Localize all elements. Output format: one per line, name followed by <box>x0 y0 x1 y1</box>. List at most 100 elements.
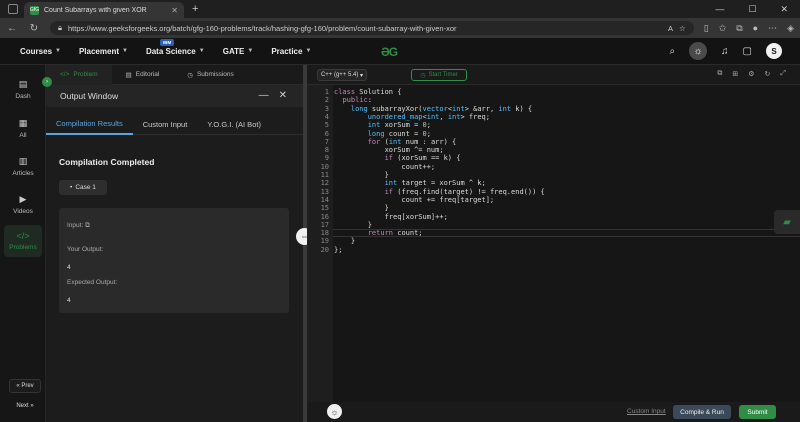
extensions-icon[interactable]: ⧉ <box>736 23 742 34</box>
new-tab-icon[interactable]: + <box>192 3 198 15</box>
output-window-title: Output Window <box>60 91 119 101</box>
more-icon[interactable]: ⋯ <box>768 23 777 34</box>
reset-icon[interactable]: ↻ <box>765 70 771 78</box>
notification-bell-icon[interactable]: ♫ <box>721 46 729 57</box>
close-tab-icon[interactable]: ✕ <box>171 6 178 15</box>
reload-icon[interactable]: ↻ <box>28 23 40 34</box>
line-number: 5 <box>324 121 329 130</box>
clock-icon: ◷ <box>187 71 193 79</box>
fullscreen-icon[interactable]: ⤢ <box>780 70 786 78</box>
search-icon[interactable]: ⌕ <box>669 46 675 57</box>
back-icon[interactable]: ← <box>6 23 18 34</box>
tab-compilation-results[interactable]: Compilation Results <box>46 113 133 135</box>
copilot-icon[interactable]: ◈ <box>787 23 794 34</box>
favorite-star-icon[interactable]: ☆ <box>679 24 686 33</box>
copy-code-icon[interactable]: ⧉ <box>717 70 722 78</box>
line-number: 14 <box>320 195 329 204</box>
copy-icon[interactable]: ⧉ <box>85 222 90 229</box>
custom-input-link[interactable]: Custom Input <box>627 408 666 415</box>
rail-item-videos[interactable]: ▶ Videos <box>4 194 42 215</box>
line-number: 3 <box>324 104 329 113</box>
line-number: 13 <box>320 187 329 196</box>
gfg-logo-icon[interactable]: ƏG <box>381 45 398 59</box>
nav-data-science[interactable]: IBM Data Science ▼ <box>146 38 205 56</box>
chevron-down-icon: ▼ <box>122 48 128 54</box>
nav-gate[interactable]: GATE ▼ <box>223 47 254 56</box>
tab-custom-input[interactable]: Custom Input <box>133 113 198 135</box>
code-line: if (xorSum == k) { <box>384 154 461 163</box>
video-icon: ▶ <box>19 194 27 204</box>
start-timer-button[interactable]: ◷ Start Timer <box>411 69 467 81</box>
code-area[interactable]: class Solution { public: long subarrayXo… <box>333 85 800 402</box>
avatar[interactable]: S <box>766 43 782 59</box>
line-number: 9 <box>324 154 329 163</box>
ibm-badge: IBM <box>159 38 175 46</box>
chevron-down-icon: ▼ <box>247 48 254 54</box>
favicon-icon: GfG <box>29 5 40 15</box>
url-bar[interactable]: 🔒︎ https://www.geeksforgeeks.org/batch/g… <box>50 21 694 35</box>
prev-button[interactable]: « Prev <box>9 379 41 393</box>
case-1-button[interactable]: • Case 1 <box>59 180 107 195</box>
dashboard-icon: ▤ <box>18 79 28 89</box>
add-file-icon[interactable]: ⊞ <box>732 70 738 78</box>
line-number: 11 <box>320 171 329 179</box>
tab-problem[interactable]: </> Problem <box>46 64 112 85</box>
timer-icon: ◷ <box>420 72 426 79</box>
language-select[interactable]: C++ (g++ 5.4) ▾ <box>317 69 367 81</box>
output-window-controls: — ✕ <box>259 90 287 101</box>
line-number: 18 <box>320 229 329 238</box>
rail-item-all[interactable]: ▦ All <box>4 118 42 139</box>
line-number: 20 <box>320 245 329 254</box>
tab-editorial[interactable]: ▤ Editorial <box>112 65 174 85</box>
rail-item-articles[interactable]: ▥ Articles <box>4 156 42 177</box>
tab-yogi-ai-bot[interactable]: Y.O.G.I. (AI Bot) <box>197 113 271 135</box>
compilation-status: Compilation Completed <box>59 157 155 167</box>
grid-icon: ▦ <box>18 118 28 128</box>
code-line: int xorSum = 0; <box>367 121 431 130</box>
theme-toggle-icon[interactable]: ☼ <box>689 42 708 60</box>
code-line: freq[xorSum]++; <box>334 212 448 221</box>
your-output-value: 4 <box>67 264 71 271</box>
rail-item-dash[interactable]: ▤ Dash <box>4 79 42 100</box>
nav-practice[interactable]: Practice ▼ <box>271 47 311 56</box>
minimize-icon[interactable]: — <box>715 4 724 15</box>
window-controls: — ☐ ✕ <box>715 4 800 15</box>
chat-bubble-icon[interactable]: ▰ <box>774 210 800 234</box>
code-icon: </> <box>16 231 30 241</box>
chat-icon[interactable]: ▢ <box>743 46 752 57</box>
line-number: 7 <box>324 137 329 146</box>
site-header: Courses ▼ Placement ▼ IBM Data Science ▼ GAT… <box>0 38 800 65</box>
browser-tab[interactable]: GfG Count Subarrays with given XOR ✕ <box>24 2 184 18</box>
editor-footer: ☼ Custom Input Compile & Run Submit <box>307 402 800 422</box>
code-line: if (freq.find(target) != freq.end()) { <box>384 187 545 196</box>
window-menu-icon[interactable] <box>8 4 18 14</box>
editor-toolbar: C++ (g++ 5.4) ▾ ◷ Start Timer ⧉ ⊞ ⚙ ↻ ⤢ <box>307 65 800 85</box>
code-line: } <box>334 171 389 179</box>
code-line: } <box>334 204 389 213</box>
theme-sun-icon[interactable]: ☼ <box>327 404 342 419</box>
code-icon: </> <box>60 71 70 78</box>
zoom-icon[interactable]: A <box>668 24 673 33</box>
profile-icon[interactable]: ● <box>753 23 758 34</box>
nav-placement[interactable]: Placement ▼ <box>79 47 128 56</box>
code-line: for (int num : arr) { <box>367 137 457 146</box>
code-line: long count = 0; <box>367 129 431 138</box>
submit-button[interactable]: Submit <box>739 405 776 419</box>
collapse-rail-icon[interactable]: › <box>42 77 52 87</box>
settings-icon[interactable]: ⚙ <box>748 70 754 78</box>
nav-courses[interactable]: Courses ▼ <box>20 47 61 56</box>
code-line: count++; <box>334 162 436 171</box>
input-label: Input: ⧉ <box>67 222 90 229</box>
favorites-icon[interactable]: ✩ <box>719 23 727 34</box>
split-screen-icon[interactable]: ▯ <box>704 23 709 34</box>
tab-submissions[interactable]: ◷ Submissions <box>173 65 248 85</box>
maximize-icon[interactable]: ☐ <box>748 4 756 15</box>
close-window-icon[interactable]: ✕ <box>780 4 788 15</box>
expected-output-label: Expected Output: <box>67 279 118 286</box>
compile-run-button[interactable]: Compile & Run <box>673 405 731 419</box>
close-icon[interactable]: ✕ <box>279 90 287 101</box>
book-icon: ▥ <box>18 156 28 166</box>
next-button[interactable]: Next » <box>9 399 41 413</box>
minimize-icon[interactable]: — <box>259 90 269 101</box>
rail-item-problems[interactable]: </> Problems <box>4 225 42 257</box>
